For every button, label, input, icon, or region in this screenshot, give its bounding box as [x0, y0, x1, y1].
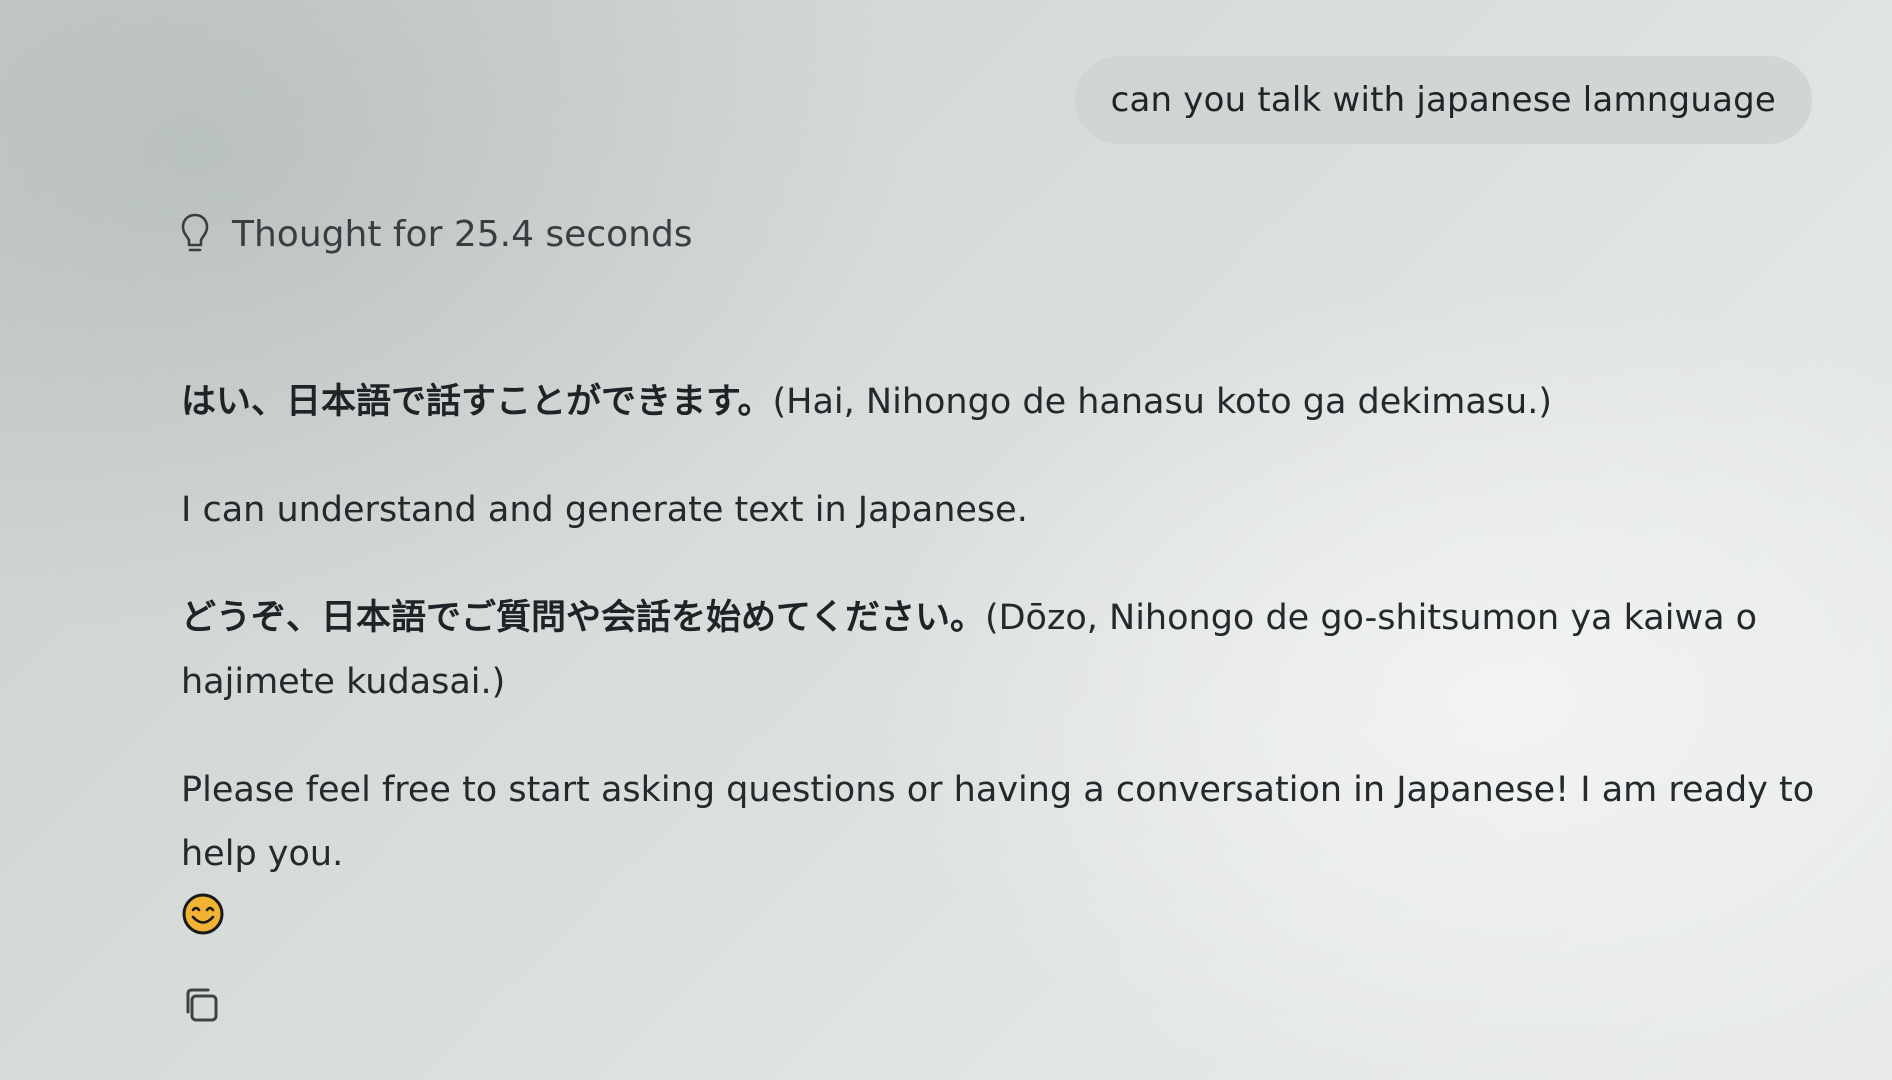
chat-conversation: can you talk with japanese lamnguage Tho…: [0, 0, 1892, 1080]
assistant-response: はい、日本語で話すことができます。(Hai, Nihongo de hanasu…: [181, 370, 1841, 957]
thought-label: Thought for 25.4 seconds: [232, 213, 693, 255]
response-paragraph-4: Please feel free to start asking questio…: [181, 758, 1841, 957]
thought-toggle[interactable]: Thought for 25.4 seconds: [180, 212, 693, 256]
response-english-text: Please feel free to start asking questio…: [181, 770, 1815, 874]
response-english-text: I can understand and generate text in Ja…: [181, 490, 1028, 530]
user-message-bubble: can you talk with japanese lamnguage: [1074, 56, 1812, 144]
copy-icon: [182, 988, 224, 1030]
response-paragraph-3: どうぞ、日本語でご質問や会話を始めてください。(Dōzo, Nihongo de…: [181, 586, 1841, 714]
user-message-text: can you talk with japanese lamnguage: [1110, 80, 1776, 120]
response-japanese-text: どうぞ、日本語でご質問や会話を始めてください。: [181, 598, 985, 638]
response-paragraph-1: はい、日本語で話すことができます。(Hai, Nihongo de hanasu…: [181, 370, 1841, 434]
copy-button[interactable]: [182, 984, 224, 1026]
lightbulb-icon: [180, 212, 210, 256]
response-japanese-text: はい、日本語で話すことができます。: [181, 382, 773, 422]
smiling-face-icon: [181, 892, 225, 957]
response-romaji-text: (Hai, Nihongo de hanasu koto ga dekimasu…: [772, 382, 1553, 422]
response-paragraph-2: I can understand and generate text in Ja…: [181, 478, 1841, 542]
